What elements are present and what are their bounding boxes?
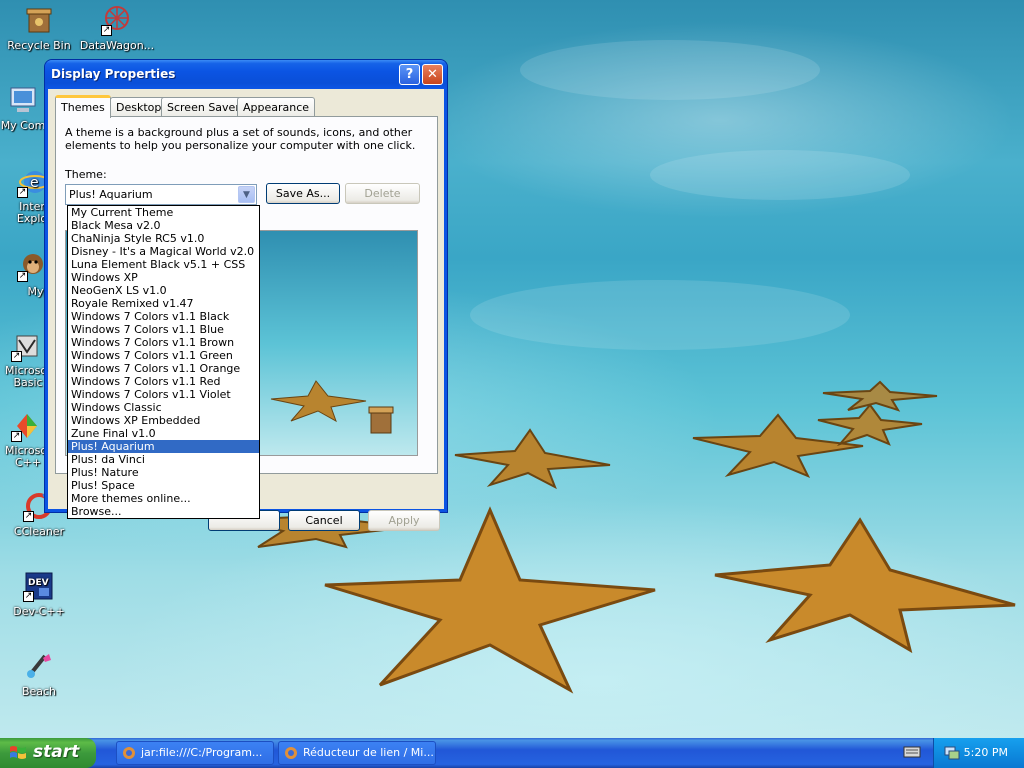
start-label: start: [33, 742, 80, 762]
help-button[interactable]: ?: [399, 64, 420, 85]
desktop-icon-dev-cpp[interactable]: DEV ↗ Dev-C++: [0, 570, 78, 618]
dropdown-option[interactable]: Royale Remixed v1.47: [68, 297, 259, 310]
app-window-icon: [123, 747, 135, 759]
theme-label: Theme:: [65, 168, 107, 181]
dropdown-option[interactable]: Windows XP Embedded: [68, 414, 259, 427]
theme-dropdown-list: My Current Theme Black Mesa v2.0 ChaNinj…: [67, 205, 260, 519]
system-tray: 5:20 PM: [933, 738, 1024, 768]
starfish-right: [714, 517, 1016, 654]
computer-icon: [7, 84, 39, 116]
dialog-title: Display Properties: [51, 67, 176, 81]
start-button[interactable]: start: [0, 738, 96, 768]
app-window-icon: [285, 747, 297, 759]
dropdown-option[interactable]: My Current Theme: [68, 206, 259, 219]
theme-combobox[interactable]: Plus! Aquarium ▼: [65, 184, 257, 205]
dropdown-option-selected[interactable]: Plus! Aquarium: [68, 440, 259, 453]
shortcut-arrow-icon: ↗: [17, 271, 28, 282]
dropdown-option[interactable]: Plus! Space: [68, 479, 259, 492]
light-caustic: [470, 280, 850, 350]
title-bar[interactable]: Display Properties ? ✕: [45, 60, 447, 89]
starfish-small: [454, 428, 611, 490]
dropdown-option[interactable]: Windows Classic: [68, 401, 259, 414]
paint-brush-icon: [23, 650, 55, 682]
tab-themes[interactable]: Themes: [55, 95, 111, 118]
light-caustic: [650, 150, 910, 200]
taskbar-button-reducteur[interactable]: Réducteur de lien / Mi...: [278, 741, 436, 765]
visual-basic-icon: ↗: [11, 330, 43, 362]
taskbar: start jar:file:///C:/Program... Réducteu…: [0, 738, 1024, 768]
shortcut-arrow-icon: ↗: [11, 351, 22, 362]
desktop-icon-label: Beach: [21, 685, 57, 698]
clock[interactable]: 5:20 PM: [964, 746, 1008, 759]
desktop-icon-recycle-bin[interactable]: Recycle Bin: [0, 4, 78, 52]
light-caustic: [520, 40, 820, 100]
taskbar-button-firefox[interactable]: jar:file:///C:/Program...: [116, 741, 274, 765]
tab-desktop[interactable]: Desktop: [110, 97, 168, 117]
svg-text:DEV: DEV: [28, 578, 49, 588]
shortcut-arrow-icon: ↗: [11, 431, 22, 442]
apply-button[interactable]: Apply: [368, 510, 440, 531]
visual-cpp-icon: ↗: [11, 410, 43, 442]
tab-appearance[interactable]: Appearance: [237, 97, 316, 117]
desktop-icon-beach[interactable]: Beach: [0, 650, 78, 698]
dropdown-option[interactable]: Plus! Nature: [68, 466, 259, 479]
network-icon[interactable]: [944, 745, 960, 760]
dropdown-option[interactable]: Black Mesa v2.0: [68, 219, 259, 232]
dropdown-option[interactable]: Browse...: [68, 505, 259, 518]
theme-combobox-value: Plus! Aquarium: [69, 188, 153, 201]
delete-button[interactable]: Delete: [345, 183, 420, 204]
dropdown-option[interactable]: Windows 7 Colors v1.1 Violet: [68, 388, 259, 401]
dev-cpp-icon: DEV ↗: [23, 570, 55, 602]
shortcut-arrow-icon: ↗: [17, 187, 28, 198]
shortcut-arrow-icon: ↗: [23, 511, 34, 522]
desktop-icon-label: Dev-C++: [13, 605, 65, 618]
desktop-icon-datawagon[interactable]: ↗ DataWagon...: [78, 4, 156, 52]
taskbar-button-label: Réducteur de lien / Mi...: [303, 746, 434, 759]
dropdown-option[interactable]: Zune Final v1.0: [68, 427, 259, 440]
windows-logo-icon: [10, 746, 26, 759]
recycle-bin-icon: [23, 4, 55, 36]
datawagon-icon: ↗: [101, 4, 133, 36]
svg-text:e: e: [30, 175, 39, 191]
shortcut-arrow-icon: ↗: [101, 25, 112, 36]
dropdown-option[interactable]: Windows 7 Colors v1.1 Black: [68, 310, 259, 323]
dropdown-option[interactable]: Disney - It's a Magical World v2.0: [68, 245, 259, 258]
keyboard-icon[interactable]: [903, 745, 921, 759]
desktop-icon-label: Recycle Bin: [7, 39, 71, 52]
starfish-far: [822, 380, 938, 412]
desktop-icon-label: CCleaner: [13, 525, 65, 538]
dropdown-option[interactable]: Luna Element Black v5.1 + CSS: [68, 258, 259, 271]
chevron-down-icon[interactable]: ▼: [238, 186, 255, 203]
dropdown-option[interactable]: NeoGenX LS v1.0: [68, 284, 259, 297]
save-as-button[interactable]: Save As...: [266, 183, 340, 204]
dropdown-option[interactable]: Windows 7 Colors v1.1 Orange: [68, 362, 259, 375]
tab-screen-saver[interactable]: Screen Saver: [161, 97, 246, 117]
shortcut-arrow-icon: ↗: [23, 591, 34, 602]
dropdown-option[interactable]: More themes online...: [68, 492, 259, 505]
dropdown-option[interactable]: Windows XP: [68, 271, 259, 284]
dropdown-option[interactable]: Plus! da Vinci: [68, 453, 259, 466]
dropdown-option[interactable]: ChaNinja Style RC5 v1.0: [68, 232, 259, 245]
taskbar-button-label: jar:file:///C:/Program...: [141, 746, 263, 759]
dropdown-option[interactable]: Windows 7 Colors v1.1 Brown: [68, 336, 259, 349]
dropdown-option[interactable]: Windows 7 Colors v1.1 Green: [68, 349, 259, 362]
theme-description: A theme is a background plus a set of so…: [65, 126, 416, 152]
close-button[interactable]: ✕: [422, 64, 443, 85]
dropdown-option[interactable]: Windows 7 Colors v1.1 Red: [68, 375, 259, 388]
desktop-icon-label: DataWagon...: [79, 39, 155, 52]
cancel-button[interactable]: Cancel: [288, 510, 360, 531]
dropdown-option[interactable]: Windows 7 Colors v1.1 Blue: [68, 323, 259, 336]
